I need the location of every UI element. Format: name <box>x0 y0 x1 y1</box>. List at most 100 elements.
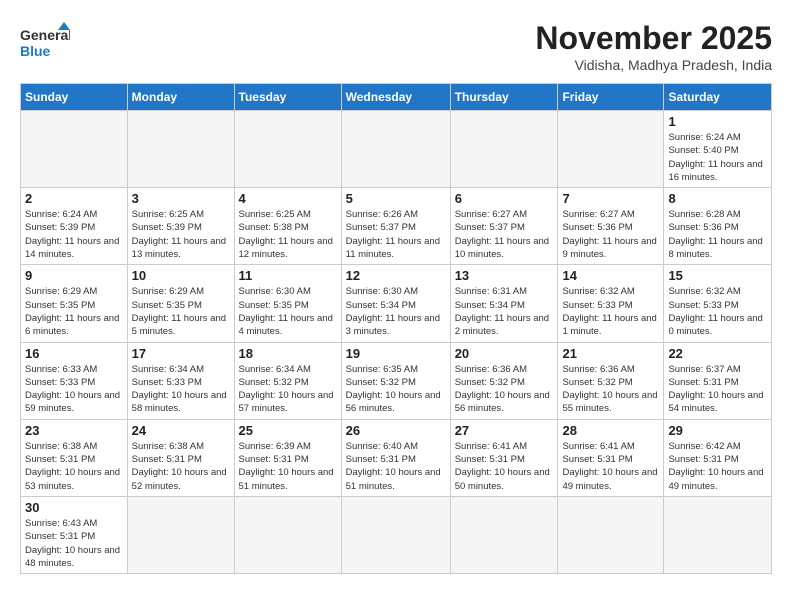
calendar-day: 28 Sunrise: 6:41 AM Sunset: 5:31 PM Dayli… <box>558 419 664 496</box>
calendar-day <box>664 496 772 573</box>
calendar-day <box>558 496 664 573</box>
day-info: Sunrise: 6:42 AM Sunset: 5:31 PM Dayligh… <box>668 440 767 493</box>
calendar-table: SundayMondayTuesdayWednesdayThursdayFrid… <box>20 83 772 574</box>
day-number: 4 <box>239 191 337 206</box>
calendar-day: 16Sunrise: 6:33 AM Sunset: 5:33 PM Dayli… <box>21 342 128 419</box>
day-number: 23 <box>25 423 123 438</box>
calendar-day <box>450 496 558 573</box>
calendar-day: 21 Sunrise: 6:36 AM Sunset: 5:32 PM Dayli… <box>558 342 664 419</box>
weekday-header-thursday: Thursday <box>450 84 558 111</box>
day-number: 15 <box>668 268 767 283</box>
calendar-day <box>127 111 234 188</box>
calendar-day: 29 Sunrise: 6:42 AM Sunset: 5:31 PM Dayli… <box>664 419 772 496</box>
calendar-day: 23 Sunrise: 6:38 AM Sunset: 5:31 PM Dayli… <box>21 419 128 496</box>
day-number: 11 <box>239 268 337 283</box>
day-info: Sunrise: 6:29 AM Sunset: 5:35 PM Dayligh… <box>25 285 123 338</box>
day-info: Sunrise: 6:43 AM Sunset: 5:31 PM Dayligh… <box>25 517 123 570</box>
calendar-day <box>127 496 234 573</box>
day-number: 14 <box>562 268 659 283</box>
day-info: Sunrise: 6:38 AM Sunset: 5:31 PM Dayligh… <box>25 440 123 493</box>
title-section: November 2025 Vidisha, Madhya Pradesh, I… <box>535 20 772 73</box>
day-info: Sunrise: 6:34 AM Sunset: 5:33 PM Dayligh… <box>132 363 230 416</box>
calendar-day: 8Sunrise: 6:28 AM Sunset: 5:36 PM Daylig… <box>664 188 772 265</box>
day-number: 26 <box>346 423 446 438</box>
day-number: 12 <box>346 268 446 283</box>
day-info: Sunrise: 6:35 AM Sunset: 5:32 PM Dayligh… <box>346 363 446 416</box>
weekday-header-saturday: Saturday <box>664 84 772 111</box>
day-info: Sunrise: 6:25 AM Sunset: 5:38 PM Dayligh… <box>239 208 337 261</box>
calendar-day: 3 Sunrise: 6:25 AM Sunset: 5:39 PM Daylig… <box>127 188 234 265</box>
calendar-day: 15 Sunrise: 6:32 AM Sunset: 5:33 PM Dayli… <box>664 265 772 342</box>
weekday-header-tuesday: Tuesday <box>234 84 341 111</box>
day-number: 9 <box>25 268 123 283</box>
logo-icon: General Blue <box>20 20 70 64</box>
day-info: Sunrise: 6:41 AM Sunset: 5:31 PM Dayligh… <box>455 440 554 493</box>
day-number: 3 <box>132 191 230 206</box>
day-info: Sunrise: 6:39 AM Sunset: 5:31 PM Dayligh… <box>239 440 337 493</box>
weekday-header-row: SundayMondayTuesdayWednesdayThursdayFrid… <box>21 84 772 111</box>
day-number: 21 <box>562 346 659 361</box>
calendar-day: 1 Sunrise: 6:24 AM Sunset: 5:40 PM Daylig… <box>664 111 772 188</box>
calendar-day: 24 Sunrise: 6:38 AM Sunset: 5:31 PM Dayli… <box>127 419 234 496</box>
day-number: 22 <box>668 346 767 361</box>
calendar-day: 17 Sunrise: 6:34 AM Sunset: 5:33 PM Dayli… <box>127 342 234 419</box>
calendar-day: 13 Sunrise: 6:31 AM Sunset: 5:34 PM Dayli… <box>450 265 558 342</box>
calendar-day: 19Sunrise: 6:35 AM Sunset: 5:32 PM Dayli… <box>341 342 450 419</box>
calendar-week-row: 16Sunrise: 6:33 AM Sunset: 5:33 PM Dayli… <box>21 342 772 419</box>
calendar-day: 6 Sunrise: 6:27 AM Sunset: 5:37 PM Daylig… <box>450 188 558 265</box>
day-info: Sunrise: 6:27 AM Sunset: 5:37 PM Dayligh… <box>455 208 554 261</box>
weekday-header-friday: Friday <box>558 84 664 111</box>
day-number: 30 <box>25 500 123 515</box>
month-title: November 2025 <box>535 20 772 57</box>
logo: General Blue <box>20 20 70 64</box>
calendar-day: 12Sunrise: 6:30 AM Sunset: 5:34 PM Dayli… <box>341 265 450 342</box>
day-number: 16 <box>25 346 123 361</box>
calendar-day: 26 Sunrise: 6:40 AM Sunset: 5:31 PM Dayli… <box>341 419 450 496</box>
day-info: Sunrise: 6:24 AM Sunset: 5:40 PM Dayligh… <box>668 131 767 184</box>
location: Vidisha, Madhya Pradesh, India <box>535 57 772 73</box>
day-info: Sunrise: 6:32 AM Sunset: 5:33 PM Dayligh… <box>668 285 767 338</box>
page-header: General Blue November 2025 Vidisha, Madh… <box>20 20 772 73</box>
day-info: Sunrise: 6:37 AM Sunset: 5:31 PM Dayligh… <box>668 363 767 416</box>
calendar-day <box>234 111 341 188</box>
day-info: Sunrise: 6:30 AM Sunset: 5:35 PM Dayligh… <box>239 285 337 338</box>
day-info: Sunrise: 6:25 AM Sunset: 5:39 PM Dayligh… <box>132 208 230 261</box>
day-info: Sunrise: 6:28 AM Sunset: 5:36 PM Dayligh… <box>668 208 767 261</box>
weekday-header-sunday: Sunday <box>21 84 128 111</box>
day-number: 17 <box>132 346 230 361</box>
calendar-day: 20Sunrise: 6:36 AM Sunset: 5:32 PM Dayli… <box>450 342 558 419</box>
calendar-day <box>341 496 450 573</box>
day-number: 7 <box>562 191 659 206</box>
day-number: 28 <box>562 423 659 438</box>
day-number: 6 <box>455 191 554 206</box>
calendar-day: 5Sunrise: 6:26 AM Sunset: 5:37 PM Daylig… <box>341 188 450 265</box>
day-info: Sunrise: 6:31 AM Sunset: 5:34 PM Dayligh… <box>455 285 554 338</box>
calendar-day: 18Sunrise: 6:34 AM Sunset: 5:32 PM Dayli… <box>234 342 341 419</box>
day-info: Sunrise: 6:26 AM Sunset: 5:37 PM Dayligh… <box>346 208 446 261</box>
day-info: Sunrise: 6:29 AM Sunset: 5:35 PM Dayligh… <box>132 285 230 338</box>
day-info: Sunrise: 6:38 AM Sunset: 5:31 PM Dayligh… <box>132 440 230 493</box>
calendar-week-row: 9 Sunrise: 6:29 AM Sunset: 5:35 PM Daylig… <box>21 265 772 342</box>
calendar-week-row: 1 Sunrise: 6:24 AM Sunset: 5:40 PM Daylig… <box>21 111 772 188</box>
calendar-day: 4 Sunrise: 6:25 AM Sunset: 5:38 PM Daylig… <box>234 188 341 265</box>
calendar-day: 25Sunrise: 6:39 AM Sunset: 5:31 PM Dayli… <box>234 419 341 496</box>
day-number: 18 <box>239 346 337 361</box>
day-number: 13 <box>455 268 554 283</box>
day-number: 29 <box>668 423 767 438</box>
day-info: Sunrise: 6:36 AM Sunset: 5:32 PM Dayligh… <box>562 363 659 416</box>
calendar-day <box>21 111 128 188</box>
calendar-day <box>558 111 664 188</box>
day-info: Sunrise: 6:41 AM Sunset: 5:31 PM Dayligh… <box>562 440 659 493</box>
day-info: Sunrise: 6:40 AM Sunset: 5:31 PM Dayligh… <box>346 440 446 493</box>
day-number: 24 <box>132 423 230 438</box>
day-number: 1 <box>668 114 767 129</box>
day-info: Sunrise: 6:27 AM Sunset: 5:36 PM Dayligh… <box>562 208 659 261</box>
calendar-day: 22 Sunrise: 6:37 AM Sunset: 5:31 PM Dayli… <box>664 342 772 419</box>
calendar-day: 30 Sunrise: 6:43 AM Sunset: 5:31 PM Dayli… <box>21 496 128 573</box>
calendar-week-row: 2Sunrise: 6:24 AM Sunset: 5:39 PM Daylig… <box>21 188 772 265</box>
day-info: Sunrise: 6:36 AM Sunset: 5:32 PM Dayligh… <box>455 363 554 416</box>
day-number: 10 <box>132 268 230 283</box>
calendar-day <box>450 111 558 188</box>
calendar-day <box>234 496 341 573</box>
calendar-day: 2Sunrise: 6:24 AM Sunset: 5:39 PM Daylig… <box>21 188 128 265</box>
